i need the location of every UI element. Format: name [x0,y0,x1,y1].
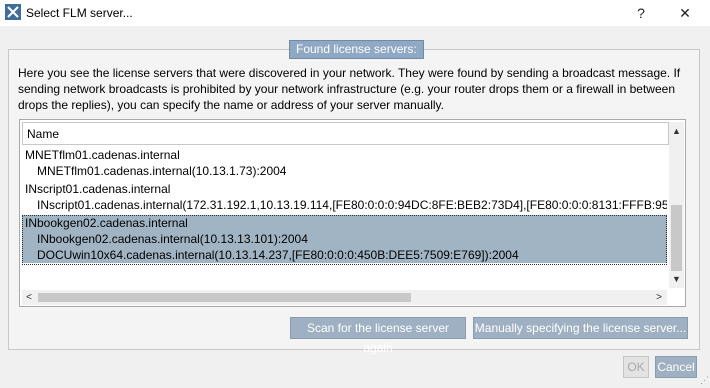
info-text: Here you see the license servers that we… [18,66,681,112]
help-button[interactable]: ? [630,3,652,23]
list-item-label: INscript01.cadenas.internal(172.31.192.1… [37,198,667,212]
list-item-label: INbookgen02.cadenas.internal [25,216,188,230]
list-item[interactable]: INscript01.cadenas.internal(172.31.192.1… [22,197,667,213]
list-item-selected[interactable]: DOCUwin10x64.cadenas.internal(10.13.14.2… [22,247,667,263]
list-item-label: MNETflm01.cadenas.internal [25,148,180,162]
scan-again-button[interactable]: Scan for the license server again [290,317,466,355]
group-legend: Found license servers: [289,40,424,59]
scroll-down-icon[interactable]: ▼ [669,272,684,286]
list-item-label: MNETflm01.cadenas.internal(10.13.1.73):2… [37,164,287,178]
tools-icon [5,4,21,20]
ok-button[interactable]: OK [623,356,649,378]
scroll-right-icon[interactable]: > [652,290,666,305]
manual-server-button[interactable]: Manually specifying the license server..… [473,317,688,339]
close-button[interactable]: ✕ [674,3,696,23]
list-item-selected[interactable]: INbookgen02.cadenas.internal(10.13.13.10… [22,231,667,247]
license-server-list[interactable]: Name MNETflm01.cadenas.internal MNETflm0… [19,119,686,307]
column-header-label: Name [27,127,60,141]
list-item-label: DOCUwin10x64.cadenas.internal(10.13.14.2… [37,248,519,262]
list-item-label: INbookgen02.cadenas.internal(10.13.13.10… [37,232,308,246]
list-item[interactable]: MNETflm01.cadenas.internal(10.13.1.73):2… [22,163,667,179]
vertical-scrollbar[interactable]: ▲ ▼ [669,122,684,288]
list-item-selected[interactable]: INbookgen02.cadenas.internal [22,215,667,231]
list-item[interactable]: MNETflm01.cadenas.internal [22,147,667,163]
window-title: Select FLM server... [26,6,133,20]
list-item-label: INscript01.cadenas.internal [25,182,171,196]
vertical-scroll-thumb[interactable] [671,205,682,271]
cancel-button[interactable]: Cancel [655,356,697,378]
horizontal-scrollbar[interactable]: < > [22,290,667,305]
horizontal-scroll-thumb[interactable] [38,293,411,302]
scroll-up-icon[interactable]: ▲ [669,124,684,138]
scroll-left-icon[interactable]: < [22,290,36,305]
column-header-name[interactable]: Name [22,122,669,145]
resize-grip-icon[interactable]: ⋰ [700,375,709,387]
title-bar: Select FLM server... ? ✕ [0,0,710,26]
close-icon: ✕ [679,4,691,21]
list-item[interactable]: INscript01.cadenas.internal [22,181,667,197]
help-icon: ? [637,5,645,21]
